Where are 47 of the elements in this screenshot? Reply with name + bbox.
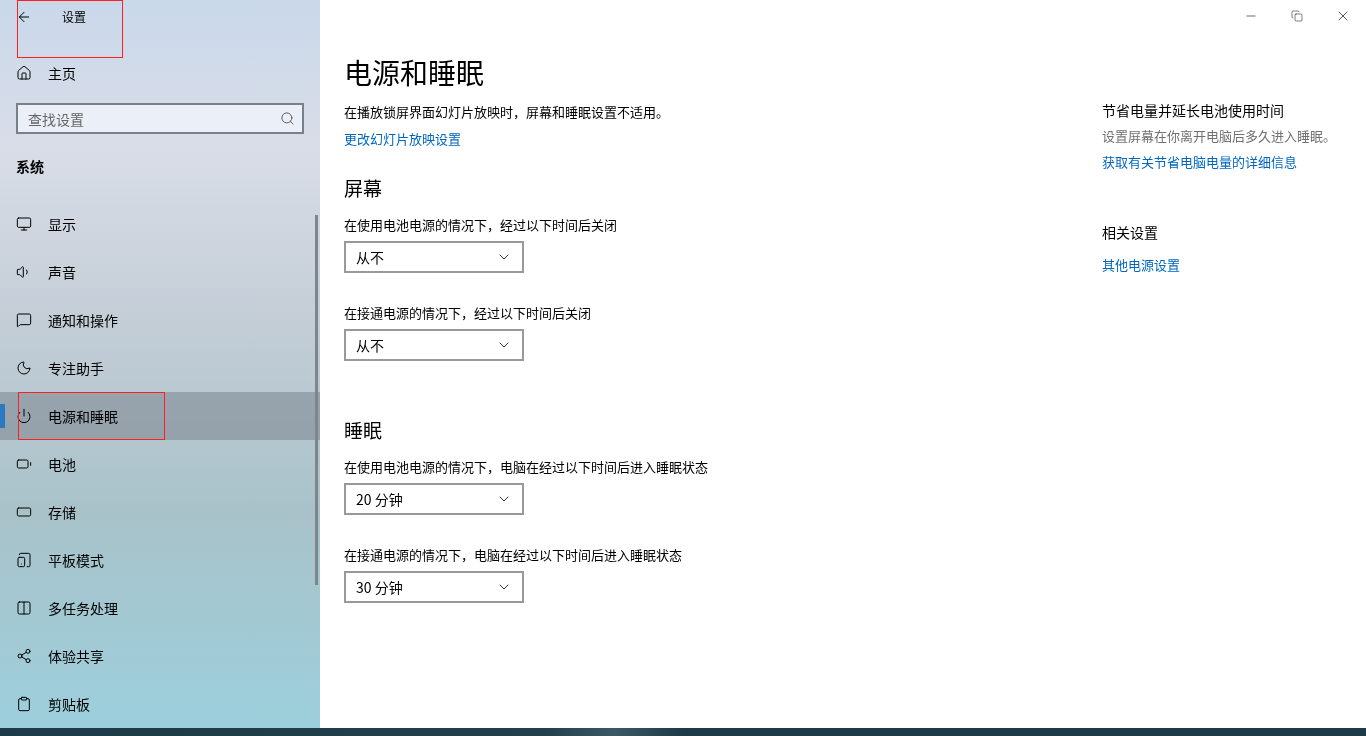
page-title: 电源和睡眠 — [344, 54, 485, 90]
nav-item[interactable]: 多任务处理 — [0, 584, 320, 632]
setting-label: 在接通电源的情况下，电脑在经过以下时间后进入睡眠状态 — [344, 545, 683, 565]
nav-item[interactable]: 通知和操作 — [0, 296, 320, 344]
search-field[interactable]: 查找设置 — [16, 103, 304, 134]
setting-label: 在接通电源的情况下，经过以下时间后关闭 — [344, 303, 592, 323]
slideshow-settings-link[interactable]: 更改幻灯片放映设置 — [344, 129, 461, 149]
home-link[interactable]: 主页 — [0, 56, 320, 90]
power-icon — [16, 408, 32, 424]
aside-heading: 相关设置 — [1102, 222, 1159, 242]
aside-heading: 节省电量并延长电池使用时间 — [1102, 100, 1285, 120]
section-heading: 睡眠 — [344, 417, 383, 443]
moon-icon — [16, 360, 32, 376]
nav-item[interactable]: 声音 — [0, 248, 320, 296]
setting-label: 在使用电池电源的情况下，电脑在经过以下时间后进入睡眠状态 — [344, 457, 709, 477]
nav-item[interactable]: 电源和睡眠 — [0, 392, 320, 440]
nav-item[interactable]: 剪贴板 — [0, 680, 320, 728]
selection-indicator — [0, 404, 5, 428]
search-icon — [280, 111, 295, 126]
nav-item[interactable]: 电池 — [0, 440, 320, 488]
nav-item[interactable]: 平板模式 — [0, 536, 320, 584]
tablet-icon — [16, 552, 32, 568]
storage-drive-icon — [16, 504, 32, 520]
speech-bubble-icon — [16, 312, 32, 328]
dropdown[interactable]: 从不 — [344, 329, 524, 361]
nav-item[interactable]: 存储 — [0, 488, 320, 536]
nav-item[interactable]: 专注助手 — [0, 344, 320, 392]
nav-item[interactable]: 显示 — [0, 200, 320, 248]
setting-label: 在使用电池电源的情况下，经过以下时间后关闭 — [344, 215, 618, 235]
aside-description: 设置屏幕在你离开电脑后多久进入睡眠。 — [1102, 126, 1337, 145]
restore-icon — [1291, 10, 1303, 22]
dropdown[interactable]: 30 分钟 — [344, 571, 524, 603]
section-heading: 系统 — [16, 156, 44, 176]
aside-link[interactable]: 其他电源设置 — [1102, 255, 1180, 275]
monitor-icon — [16, 216, 32, 232]
section-heading: 屏幕 — [344, 175, 383, 201]
dropdown[interactable]: 20 分钟 — [344, 483, 524, 515]
dropdown[interactable]: 从不 — [344, 241, 524, 273]
home-icon — [16, 65, 32, 81]
window-title: 设置 — [62, 8, 86, 25]
notice-text: 在播放锁屏界面幻灯片放映时，屏幕和睡眠设置不适用。 — [344, 102, 670, 122]
clipboard-icon — [16, 696, 32, 712]
nav-item[interactable]: 体验共享 — [0, 632, 320, 680]
battery-icon — [16, 456, 32, 472]
share-icon — [16, 648, 32, 664]
aside-link[interactable]: 获取有关节省电脑电量的详细信息 — [1102, 152, 1297, 172]
columns-icon — [16, 600, 32, 616]
